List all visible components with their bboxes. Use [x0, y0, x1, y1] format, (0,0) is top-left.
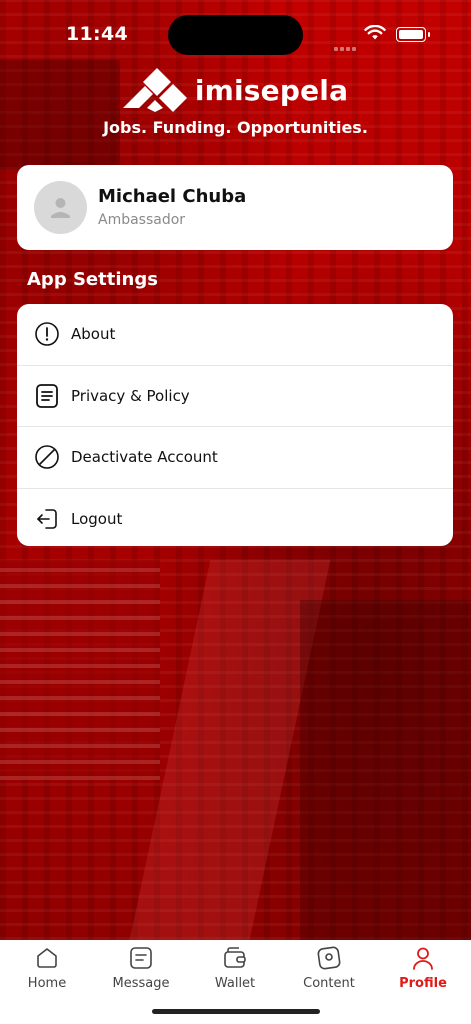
- cellular-signal-icon: [334, 36, 358, 55]
- status-bar: 11:44: [0, 0, 471, 60]
- settings-item-label: Logout: [71, 509, 123, 528]
- background-building: [0, 560, 160, 780]
- settings-item-about[interactable]: About: [17, 304, 453, 366]
- settings-item-privacy-policy[interactable]: Privacy & Policy: [17, 366, 453, 427]
- section-title-app-settings: App Settings: [27, 269, 158, 290]
- logout-icon: [37, 508, 57, 529]
- profile-name: Michael Chuba: [98, 186, 247, 207]
- settings-item-label: Privacy & Policy: [71, 386, 190, 405]
- brand-header: imisepela Jobs. Funding. Opportunities.: [0, 68, 471, 137]
- profile-icon: [413, 947, 433, 970]
- settings-item-label: About: [71, 325, 116, 344]
- home-icon: [37, 948, 57, 968]
- tab-label: Home: [27, 976, 67, 991]
- tab-label: Message: [112, 976, 170, 991]
- block-icon: [35, 445, 59, 469]
- profile-role: Ambassador: [98, 212, 186, 228]
- user-placeholder-icon: [51, 198, 70, 218]
- brand-tagline: Jobs. Funding. Opportunities.: [103, 118, 368, 137]
- dynamic-island: [168, 15, 303, 55]
- settings-item-logout[interactable]: Logout: [17, 489, 453, 550]
- settings-item-label: Deactivate Account: [71, 448, 218, 467]
- settings-item-deactivate-account[interactable]: Deactivate Account: [17, 427, 453, 489]
- avatar[interactable]: [34, 181, 87, 234]
- wifi-icon: [364, 25, 386, 40]
- brand-name: imisepela: [194, 73, 349, 107]
- tab-label: Content: [303, 976, 355, 991]
- status-time: 11:44: [66, 23, 128, 45]
- info-icon: [35, 322, 59, 346]
- home-indicator: [152, 1009, 320, 1014]
- battery-icon: [396, 27, 430, 42]
- brand-logo-icon: [122, 68, 187, 112]
- document-icon: [36, 383, 58, 408]
- tab-label: Profile: [399, 976, 447, 991]
- settings-list: About Privacy & Policy Deactivate Accoun…: [17, 304, 453, 546]
- background-trees: [300, 600, 471, 940]
- content-icon: [317, 946, 341, 970]
- message-icon: [130, 947, 152, 969]
- tab-label: Wallet: [214, 976, 256, 991]
- wallet-icon: [224, 947, 246, 968]
- profile-card[interactable]: Michael Chuba Ambassador: [17, 165, 453, 250]
